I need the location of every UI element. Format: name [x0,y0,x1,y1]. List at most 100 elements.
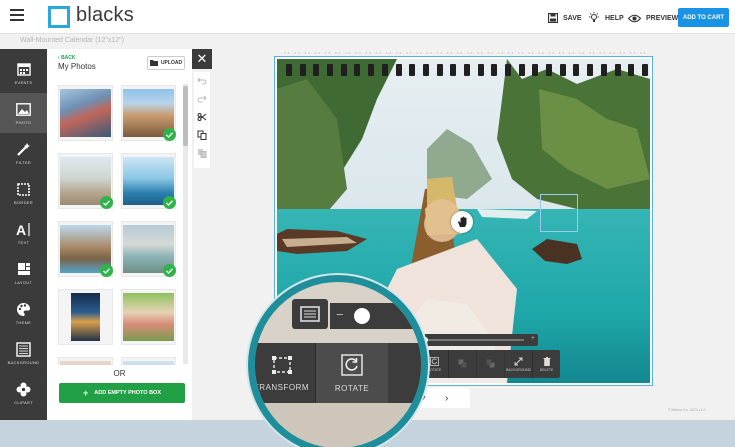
photo-thumbnail[interactable] [58,153,113,209]
preview-label: PREVIEW [646,14,679,22]
lightbulb-icon [589,12,599,22]
copy-icon[interactable] [197,130,207,140]
used-check-icon [163,196,176,209]
redo-icon[interactable] [197,94,207,104]
back-link[interactable]: ‹ BACK [58,55,76,61]
calendar-spiral-binding [286,64,648,76]
page-ruler: 44 44 44 44 44 44 44 44 44 44 44 44 44 4… [284,51,650,55]
transform-button[interactable]: TRANSFORM [253,343,316,403]
clipart-icon [16,381,32,397]
transform-label: TRANSFORM [253,382,310,392]
plus-icon: + [83,388,89,398]
photo-thumbnail[interactable] [58,357,113,365]
eye-icon [628,14,641,22]
rail-item-theme[interactable]: THEME [0,293,47,333]
zoom-out-icon[interactable]: − [336,307,344,322]
transform-icon [271,355,292,374]
close-panel-button[interactable]: ✕ [192,49,212,69]
magnified-zoom-slider[interactable]: − [330,303,421,329]
close-icon: ✕ [196,51,208,66]
magnified-layout-button[interactable] [292,299,328,329]
add-to-cart-button[interactable]: ADD TO CART [678,8,729,27]
rotate-icon [430,356,439,366]
delete-tool-label: DELETE [539,367,554,372]
top-bar: blacks SAVE HELP PREVIEW ADD TO CART [0,0,735,34]
used-check-icon [163,264,176,277]
photo-thumbnail[interactable] [121,221,176,277]
hamburger-menu-icon[interactable] [10,9,24,23]
photo-thumbnail[interactable] [121,85,176,141]
add-empty-label: ADD EMPTY PHOTO BOX [94,390,161,396]
document-title: Wall-Mounted Calendar (12"x12") [20,37,124,44]
photos-panel: ‹ BACK My Photos UPLOAD OR + ADD EMPTY P… [47,49,192,420]
send-backward-icon [486,359,495,367]
rail-item-filter[interactable]: FILTER [0,133,47,173]
svg-text:A: A [16,222,26,237]
photo-thumbnail[interactable] [121,289,176,345]
paste-icon[interactable] [197,148,207,158]
magnifier-callout: − TRANSFORM ROTATE [248,275,428,447]
selection-box[interactable] [540,194,578,232]
zoom-slider[interactable]: + [410,334,538,346]
save-button[interactable]: SAVE [548,11,582,25]
rail-label-photo: PHOTO [15,120,32,125]
rail-item-layout[interactable]: LAYOUT [0,253,47,293]
panel-scrollbar[interactable] [183,84,188,364]
scrollbar-thumb[interactable] [183,86,188,146]
rail-label-clipart: CLIPART [14,400,33,405]
chevron-right-icon[interactable]: › [445,393,448,404]
photo-thumbnail[interactable] [58,221,113,277]
rail-item-clipart[interactable]: CLIPART [0,373,47,413]
add-empty-photo-box-button[interactable]: + ADD EMPTY PHOTO BOX [59,383,185,403]
rail-item-background[interactable]: BACKGROUND [0,333,47,373]
bring-forward-button[interactable] [449,350,477,378]
palette-icon [16,301,32,317]
rail-item-events[interactable]: EVENTS [0,53,47,93]
background-icon [16,341,32,357]
magnified-slider-knob[interactable] [354,308,370,324]
trash-icon [543,356,550,366]
image-icon [16,101,32,117]
rotate-label: ROTATE [334,383,370,393]
background-tool-label: BACKGROUND [505,367,532,372]
photo-thumbnail[interactable] [121,153,176,209]
zoom-in-icon[interactable]: + [531,335,535,342]
rail-label-text: TEXT [17,240,30,245]
rail-item-border[interactable]: BORDER [0,173,47,213]
photo-thumbnail-grid [58,85,184,365]
calendar-icon [16,61,32,77]
help-label: HELP [605,14,624,22]
photo-thumbnail[interactable] [121,357,176,365]
undo-icon[interactable] [197,76,207,86]
rail-label-background: BACKGROUND [7,360,40,365]
send-backward-button[interactable] [477,350,505,378]
or-label: OR [113,369,126,378]
photo-edit-toolbar: ROTATE BACKGROUND DELETE [421,350,560,378]
logo-text: blacks [76,4,134,26]
photo-thumbnail[interactable] [58,289,113,345]
photo-thumbnail[interactable] [58,85,113,141]
thumbnail-image [60,89,111,137]
rail-item-photo[interactable]: PHOTO [0,93,47,133]
bring-forward-icon [458,359,467,367]
preview-button[interactable]: PREVIEW [628,11,678,25]
rail-item-text[interactable]: A TEXT [0,213,47,253]
delete-tool-button[interactable]: DELETE [533,350,560,378]
rotate-icon [341,353,363,376]
magnified-photo-area [255,403,421,447]
copyright-text: © Meteor Inc. 2023 v1.0 [668,408,706,412]
rail-label-theme: THEME [15,320,32,325]
magnified-toolbar: TRANSFORM ROTATE [253,343,421,403]
used-check-icon [100,196,113,209]
help-button[interactable]: HELP [588,11,624,25]
pan-hand-icon[interactable] [451,211,473,233]
scissors-icon[interactable] [197,112,207,122]
background-tool-button[interactable]: BACKGROUND [505,350,533,378]
thumbnail-image [123,293,174,341]
rotate-button[interactable]: ROTATE [316,343,388,403]
upload-button[interactable]: UPLOAD [147,56,185,70]
more-tools-partial[interactable] [388,343,421,403]
border-icon [16,181,32,197]
rail-label-border: BORDER [14,200,33,205]
thumbnail-image [60,361,111,365]
